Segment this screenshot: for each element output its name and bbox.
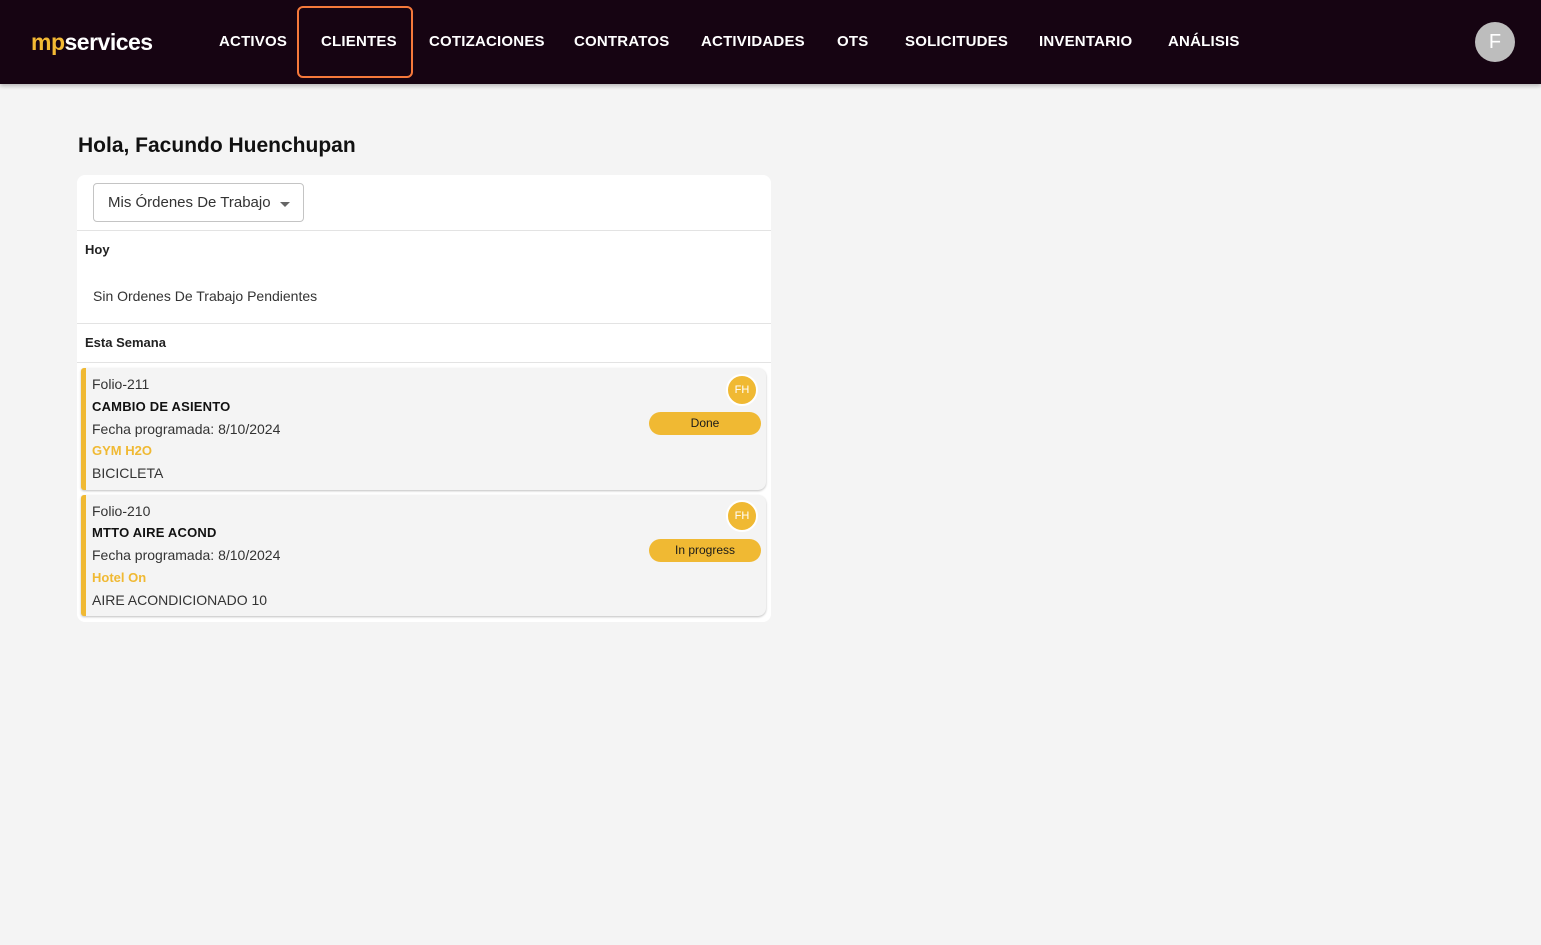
- work-order-folio: Folio-210: [92, 503, 151, 519]
- caret-down-icon: [280, 202, 290, 207]
- work-order-client: GYM H2O: [92, 443, 152, 458]
- work-order-scheduled-date: Fecha programada: 8/10/2024: [92, 421, 281, 437]
- section-label-today: Hoy: [85, 242, 110, 257]
- top-navbar: mpservices ACTIVOS CLIENTES COTIZACIONES…: [0, 0, 1541, 84]
- assignee-avatar: FH: [726, 374, 758, 406]
- work-order-folio: Folio-211: [92, 376, 150, 392]
- status-badge: In progress: [649, 539, 761, 562]
- assignee-avatar: FH: [726, 500, 758, 532]
- work-orders-panel: Mis Órdenes De Trabajo Hoy Sin Ordenes D…: [77, 175, 771, 622]
- work-order-scheduled-date: Fecha programada: 8/10/2024: [92, 547, 281, 563]
- status-badge: Done: [649, 412, 761, 435]
- divider: [77, 323, 771, 324]
- work-order-asset: BICICLETA: [92, 465, 164, 481]
- section-label-week: Esta Semana: [85, 335, 166, 350]
- user-avatar[interactable]: F: [1475, 22, 1515, 62]
- divider: [77, 362, 771, 363]
- nav-item-cotizaciones[interactable]: COTIZACIONES: [429, 30, 545, 54]
- empty-today-message: Sin Ordenes De Trabajo Pendientes: [93, 288, 318, 304]
- nav-item-actividades[interactable]: ACTIVIDADES: [701, 30, 805, 54]
- work-order-filter-select[interactable]: Mis Órdenes De Trabajo: [93, 183, 304, 222]
- nav-item-solicitudes[interactable]: SOLICITUDES: [905, 30, 1008, 54]
- nav-item-ots[interactable]: OTS: [837, 30, 868, 54]
- filter-selected-label: Mis Órdenes De Trabajo: [108, 194, 271, 211]
- work-order-client: Hotel On: [92, 570, 147, 585]
- work-order-title: MTTO AIRE ACOND: [92, 525, 217, 540]
- mpservices-logo[interactable]: mpservices: [31, 28, 153, 56]
- divider: [77, 230, 771, 231]
- logo-services-text: services: [64, 29, 154, 55]
- work-order-card[interactable]: Folio-211 CAMBIO DE ASIENTO Fecha progra…: [81, 368, 766, 490]
- nav-item-analisis[interactable]: ANÁLISIS: [1168, 30, 1240, 54]
- nav-item-clientes[interactable]: CLIENTES: [321, 30, 397, 54]
- work-order-title: CAMBIO DE ASIENTO: [92, 399, 231, 414]
- work-order-asset: AIRE ACONDICIONADO 10: [92, 592, 268, 608]
- greeting-title: Hola, Facundo Huenchupan: [78, 134, 356, 157]
- logo-mp-text: mp: [31, 29, 65, 55]
- work-order-card[interactable]: Folio-210 MTTO AIRE ACOND Fecha programa…: [81, 495, 766, 616]
- nav-item-inventario[interactable]: INVENTARIO: [1039, 30, 1132, 54]
- nav-item-contratos[interactable]: CONTRATOS: [574, 30, 669, 54]
- nav-item-activos[interactable]: ACTIVOS: [219, 30, 287, 54]
